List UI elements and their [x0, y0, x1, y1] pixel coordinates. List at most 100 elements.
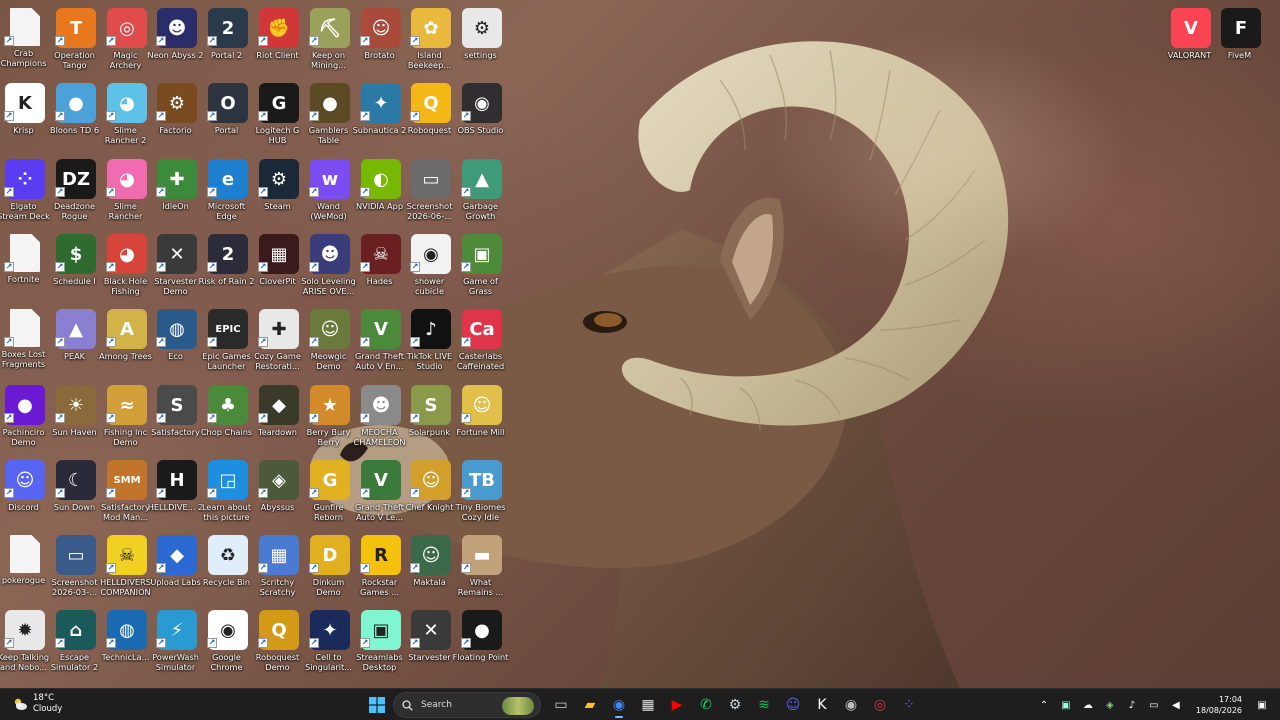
desktop-icon[interactable]: ☺ ↗ Chef Knight — [406, 456, 456, 530]
desktop-icon[interactable]: ⌂ ↗ Escape Simulator 2 — [51, 606, 101, 680]
desktop-icon[interactable]: ↗ Crab Champions — [0, 4, 50, 78]
desktop-icon[interactable]: D ↗ Dinkum Demo — [305, 531, 355, 605]
desktop-icon[interactable]: EPIC ↗ Epic Games Launcher — [202, 305, 253, 379]
desktop-icon[interactable]: S ↗ Satisfactory — [151, 381, 202, 455]
taskbar-app-button[interactable]: ☺ — [780, 692, 806, 718]
desktop-icon[interactable]: ★ ↗ Berry Bury Berry — [305, 381, 355, 455]
desktop-icon[interactable]: ⁘ ↗ Elgato Stream Deck — [0, 155, 50, 229]
desktop-icon[interactable]: ✕ ↗ Starvester Demo — [152, 230, 202, 304]
volume-icon[interactable]: ◀ — [1168, 697, 1184, 713]
desktop-icon[interactable]: ◕ ↗ Black Hole Fishing — [102, 230, 152, 304]
desktop-icon[interactable]: ▲ ↗ PEAK — [51, 305, 101, 379]
tray-cloud-icon[interactable]: ☁ — [1080, 697, 1096, 713]
desktop-icon[interactable]: A ↗ Among Trees — [99, 305, 152, 379]
desktop-icon[interactable]: Q ↗ Roboquest — [406, 79, 456, 153]
desktop-icon[interactable]: TB ↗ Tiny Biomes Cozy Idle — [456, 456, 507, 530]
desktop-icon[interactable]: ⚙ ↗ Steam — [254, 155, 304, 229]
tray-app-icon[interactable]: ▣ — [1058, 697, 1074, 713]
desktop-icon[interactable]: V VALORANT — [1166, 4, 1216, 78]
taskbar-app-button[interactable]: ▰ — [577, 692, 603, 718]
desktop-icon[interactable]: O ↗ Portal — [203, 79, 253, 153]
desktop-icon[interactable]: ◎ ↗ Magic Archery — [102, 4, 152, 78]
desktop-icon[interactable]: ☠ ↗ Hades — [356, 230, 406, 304]
desktop-icon[interactable]: Q ↗ Roboquest Demo — [254, 606, 304, 680]
desktop-icon[interactable]: ▲ ↗ Garbage Growth — [457, 155, 507, 229]
desktop-icon[interactable]: ☺ ↗ Discord — [0, 456, 50, 530]
desktop-icon[interactable]: ☻ ↗ Neon Abyss 2 — [148, 4, 203, 78]
desktop-icon[interactable]: ↗ Fortnite — [0, 230, 50, 304]
taskbar-app-button[interactable]: ⁘ — [896, 692, 922, 718]
desktop-icon[interactable]: ▣ ↗ Streamlabs Desktop — [356, 606, 406, 680]
desktop-icon[interactable]: ● ↗ Bloons TD 6 — [50, 79, 101, 153]
desktop-icon[interactable]: ✿ ↗ Island Beekeep... — [406, 4, 456, 78]
taskbar-app-button[interactable]: ≋ — [751, 692, 777, 718]
desktop-icon[interactable]: ▦ ↗ Scritchy Scratchy — [254, 531, 304, 605]
desktop-icon[interactable]: ✊ ↗ Riot Client — [254, 4, 304, 78]
taskbar-app-button[interactable]: ✆ — [693, 692, 719, 718]
desktop-icon[interactable]: ⚙ settings — [457, 4, 507, 78]
desktop-icon[interactable]: ☀ ↗ Sun Haven — [51, 381, 101, 455]
desktop-icon[interactable]: ▦ ↗ CloverPit — [254, 230, 304, 304]
desktop-icon[interactable]: S ↗ Solarpunk — [406, 381, 456, 455]
desktop-icon[interactable]: DZ ↗ Deadzone Rogue — [51, 155, 101, 229]
desktop-icon[interactable]: SMM ↗ Satisfactory Mod Man... — [101, 456, 152, 530]
desktop-icon[interactable]: 2 ↗ Risk of Rain 2 — [199, 230, 254, 304]
desktop-icon[interactable]: ☺ ↗ Meowgic Demo — [305, 305, 355, 379]
desktop-icon[interactable]: ✦ ↗ Subnautica 2 — [353, 79, 406, 153]
desktop-icon[interactable]: e ↗ Microsoft Edge — [203, 155, 253, 229]
desktop-icon[interactable]: $ ↗ Schedule I — [51, 230, 101, 304]
taskbar-app-button[interactable]: ⚙ — [722, 692, 748, 718]
desktop-icon[interactable]: ◆ ↗ Teardown — [254, 381, 304, 455]
desktop-icon[interactable]: ♪ ↗ TikTok LIVE Studio — [406, 305, 456, 379]
desktop-icon[interactable]: ✚ ↗ Cozy Game Restorati... — [254, 305, 304, 379]
taskbar-app-button[interactable]: ▶ — [664, 692, 690, 718]
desktop-icon[interactable]: ☻ ↗ MEOCHA CHAMELEON — [353, 381, 406, 455]
desktop-icon[interactable]: ◕ ↗ Slime Rancher — [102, 155, 152, 229]
clock[interactable]: 17:04 18/08/2026 — [1196, 694, 1242, 716]
taskbar-search-box[interactable]: Search — [393, 692, 541, 718]
desktop-icon[interactable]: K ↗ Krisp — [0, 79, 50, 153]
desktop-icon[interactable]: ▬ ↗ What Remains ... — [457, 531, 507, 605]
desktop-icon[interactable]: ≈ ↗ Fishing Inc Demo — [102, 381, 152, 455]
network-icon[interactable]: ▭ — [1146, 697, 1162, 713]
desktop-icon[interactable]: ◆ ↗ Upload Labs — [150, 531, 202, 605]
chevron-up-icon[interactable]: ⌃ — [1036, 697, 1052, 713]
desktop-icon[interactable]: ↗ Boxes Lost Fragments — [0, 305, 50, 379]
desktop-icon[interactable]: ● ↗ Pachinciro Demo — [0, 381, 50, 455]
microphone-icon[interactable]: ♪ — [1124, 697, 1140, 713]
taskbar-app-button[interactable]: ◉ — [838, 692, 864, 718]
desktop-icon[interactable]: ☺ ↗ Fortune Mill — [457, 381, 507, 455]
desktop-icon[interactable]: ☠ ↗ HELLDIVERS COMPANION — [100, 531, 152, 605]
desktop-icon[interactable]: Ca ↗ Casterlabs Caffeinated — [457, 305, 507, 379]
taskbar-app-button[interactable]: ▦ — [635, 692, 661, 718]
taskbar-app-button[interactable]: ◉ — [606, 692, 632, 718]
desktop-icon[interactable]: ♣ ↗ Chop Chains — [201, 381, 253, 455]
desktop-icon[interactable]: ◍ ↗ TechnicLa... — [102, 606, 152, 680]
desktop-icon[interactable]: G ↗ Logitech G HUB — [254, 79, 304, 153]
desktop-icon[interactable]: ☻ ↗ Solo Leveling ARISE OVE... — [301, 230, 356, 304]
desktop-icon[interactable]: ⚡ ↗ PowerWash Simulator — [152, 606, 202, 680]
desktop-icon[interactable]: ◐ ↗ NVIDIA App — [356, 155, 406, 229]
desktop-icon[interactable]: ⛏ ↗ Keep on Mining... — [305, 4, 355, 78]
weather-widget[interactable]: 18°C Cloudy — [12, 693, 62, 715]
desktop-icon[interactable]: ♻ Recycle Bin — [203, 531, 253, 605]
desktop-icon[interactable]: 2 ↗ Portal 2 — [203, 4, 253, 78]
desktop-icon[interactable]: ● ↗ Floating Point — [453, 606, 508, 680]
taskbar-app-button[interactable]: ◎ — [867, 692, 893, 718]
desktop-icon[interactable]: ◈ ↗ Abyssus — [254, 456, 304, 530]
desktop-icon[interactable]: ⚙ ↗ Factorio — [152, 79, 202, 153]
taskbar-app-button[interactable]: ▭ — [548, 692, 574, 718]
desktop-icon[interactable]: ▭ Screenshot 2026-06-... — [406, 155, 456, 229]
desktop-icon[interactable]: ● ↗ Gamblers Table — [305, 79, 355, 153]
desktop-icon[interactable]: T ↗ Operation Tango — [51, 4, 101, 78]
desktop-icon[interactable]: pokerogue — [0, 531, 50, 605]
tray-shield-icon[interactable]: ◈ — [1102, 697, 1118, 713]
desktop-icon[interactable]: ✦ ↗ Cell to Singularit... — [305, 606, 355, 680]
start-button[interactable] — [364, 692, 390, 718]
desktop-icon[interactable]: G ↗ Gunfire Reborn — [305, 456, 355, 530]
desktop-icon[interactable]: ◕ ↗ Slime Rancher 2 — [102, 79, 152, 153]
desktop-icon[interactable]: ☾ ↗ Sun Down — [51, 456, 101, 530]
desktop-icon[interactable]: ▣ ↗ Game of Grass — [457, 230, 507, 304]
desktop-icon[interactable]: R ↗ Rockstar Games ... — [356, 531, 406, 605]
desktop-icon[interactable]: w ↗ Wand (WeMod) — [305, 155, 355, 229]
